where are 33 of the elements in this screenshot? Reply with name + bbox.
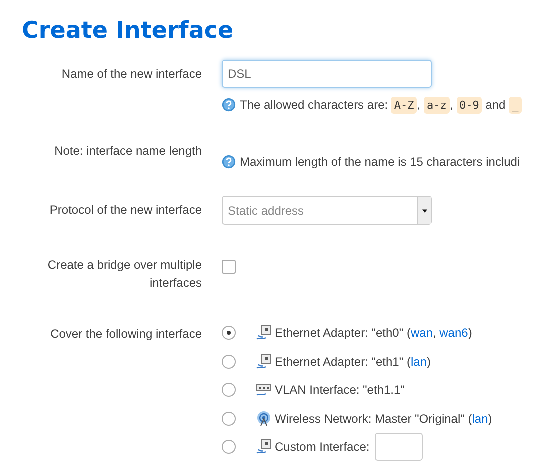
radio-button[interactable] [222, 354, 236, 369]
help-icon [222, 98, 236, 112]
help-icon [222, 155, 236, 169]
network-link[interactable]: lan [472, 412, 488, 426]
wireless-icon [256, 410, 272, 427]
bridge-checkbox[interactable] [222, 260, 236, 274]
network-link[interactable]: wan6 [440, 326, 468, 340]
radio-button[interactable] [222, 326, 236, 340]
radio-button[interactable] [222, 383, 236, 398]
field-label: Note: interface name length [54, 143, 202, 160]
custom-interface-input[interactable] [374, 433, 423, 462]
field-label: Create a bridge over multiple interfaces [46, 257, 202, 292]
field-label: Protocol of the new interface [48, 202, 202, 219]
page-title: Create Interface [22, 17, 235, 46]
network-link[interactable]: wan [410, 326, 433, 340]
radio-button[interactable] [222, 412, 236, 426]
option-label: Custom Interface: [275, 439, 370, 456]
network-adapter-icon [256, 439, 272, 456]
network-adapter-icon [256, 354, 272, 370]
option-label: Ethernet Adapter: "eth0" (wan, wan6) [275, 325, 472, 342]
radio-button[interactable] [222, 440, 236, 454]
network-link[interactable]: lan [410, 354, 427, 369]
option-label: Ethernet Adapter: "eth1" (lan) [275, 354, 431, 371]
network-adapter-icon [256, 325, 272, 342]
name-input[interactable]: DSL [222, 60, 432, 88]
field-label: Name of the new interface [60, 66, 202, 83]
option-label: VLAN Interface: "eth1.1" [275, 382, 405, 400]
field-label: Cover the following interface [50, 326, 202, 343]
help-text: Maximum length of the name is 15 characters includi [222, 153, 549, 171]
option-label: Wireless Network: Master "Original" (lan) [275, 410, 492, 428]
protocol-select[interactable]: Static address [222, 196, 432, 225]
switch-icon [256, 382, 272, 398]
help-text: The allowed characters are: A-Z , a-z , 0-9 and _ [222, 96, 549, 115]
